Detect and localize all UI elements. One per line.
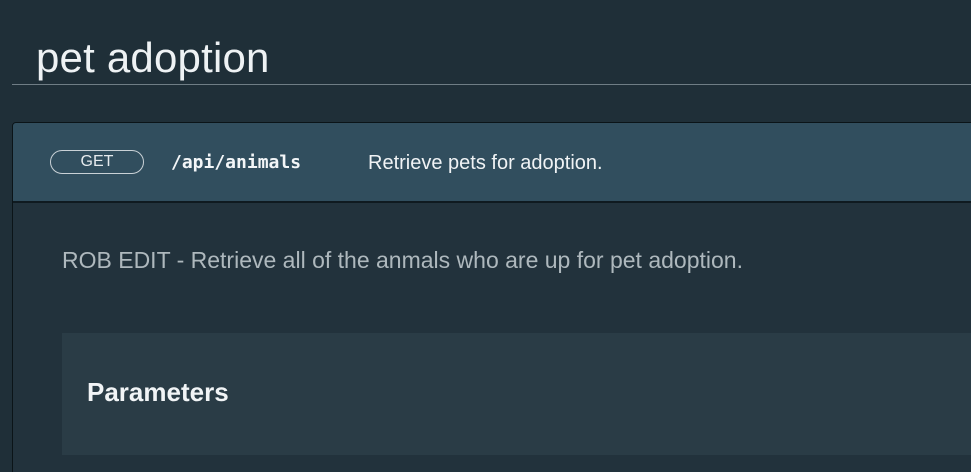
parameters-heading: Parameters [87,377,229,407]
operation-block: GET /api/animals Retrieve pets for adopt… [12,122,971,472]
title-divider [12,84,971,85]
page: pet adoption GET /api/animals Retrieve p… [0,0,971,472]
operation-summary-bar[interactable]: GET /api/animals Retrieve pets for adopt… [13,123,971,203]
operation-description: ROB EDIT - Retrieve all of the anmals wh… [62,247,743,273]
method-badge: GET [50,150,144,174]
operation-path: /api/animals [171,152,302,173]
parameters-section: Parameters [62,333,971,455]
operation-summary: Retrieve pets for adoption. [368,152,603,174]
page-title: pet adoption [36,34,270,82]
